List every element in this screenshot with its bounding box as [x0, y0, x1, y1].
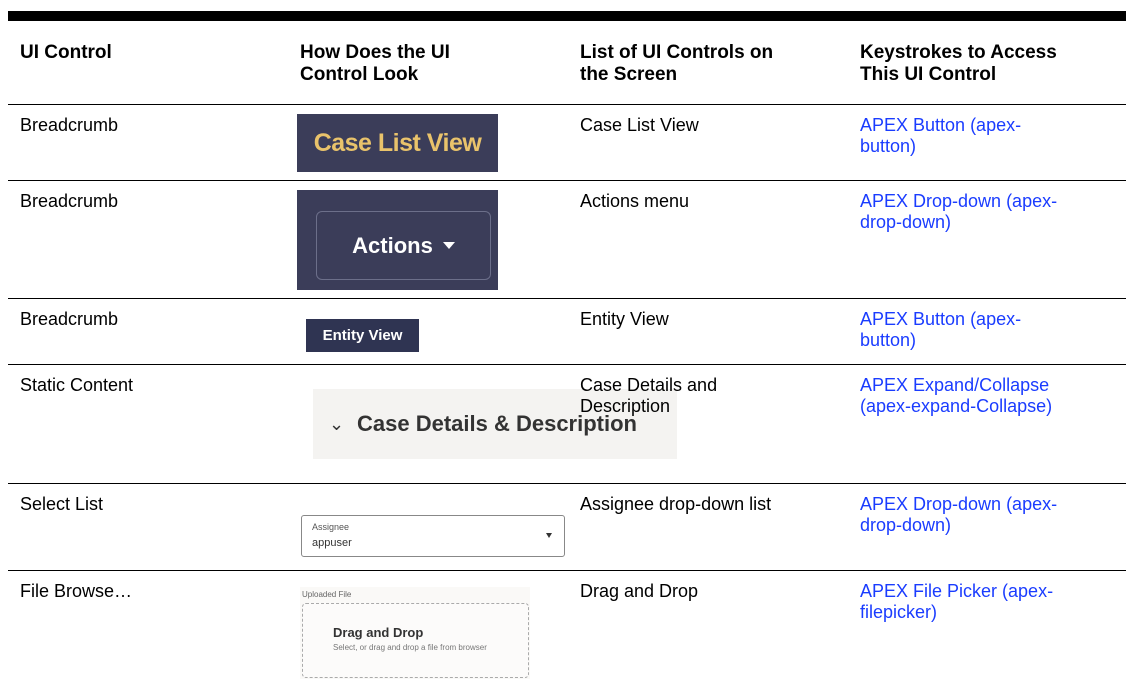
- actions-menu-sample: Actions: [297, 190, 498, 290]
- apex-expand-collapse-link[interactable]: APEX Expand/Collapse (apex-expand-Collap…: [860, 375, 1052, 417]
- apex-button-link[interactable]: APEX Button (apex- button): [860, 115, 1021, 157]
- caret-down-icon: [546, 533, 552, 538]
- row-rule: [8, 570, 1126, 571]
- row1-screen: Case List View: [580, 115, 699, 135]
- apex-file-picker-link[interactable]: APEX File Picker (apex- filepicker): [860, 581, 1053, 623]
- row6-screen: Drag and Drop: [580, 581, 699, 601]
- caret-down-icon: [442, 242, 455, 249]
- row2-control: Breadcrumb: [20, 191, 119, 211]
- row5-control: Select List: [20, 494, 104, 514]
- row4-screen: Case Details and Description: [580, 375, 718, 416]
- header-keystrokes: Keystrokes to Access This UI Control: [860, 42, 1057, 85]
- row5-screen: Assignee drop-down list: [580, 494, 772, 514]
- table-top-rule: [8, 11, 1126, 21]
- apex-dropdown-link[interactable]: APEX Drop-down (apex- drop-down): [860, 191, 1057, 233]
- file-picker-sample: Uploaded File Drag and Drop Select, or d…: [300, 587, 530, 679]
- apex-button-link[interactable]: APEX Button (apex- button): [860, 309, 1021, 351]
- header-how-look: How Does the UI Control Look: [300, 42, 450, 85]
- row6-control: File Browse…: [20, 581, 133, 601]
- header-ui-control: UI Control: [20, 42, 112, 63]
- chevron-down-icon: ⌄: [329, 414, 345, 434]
- row-rule: [8, 298, 1126, 299]
- row-rule: [8, 483, 1126, 484]
- row4-control: Static Content: [20, 375, 134, 395]
- assignee-select-sample: Assignee appuser: [301, 515, 565, 557]
- header-list-controls: List of UI Controls on the Screen: [580, 42, 774, 85]
- row2-screen: Actions menu: [580, 191, 690, 211]
- apex-dropdown-link[interactable]: APEX Drop-down (apex- drop-down): [860, 494, 1057, 536]
- case-list-view-sample: Case List View: [297, 114, 498, 172]
- row1-control: Breadcrumb: [20, 115, 119, 135]
- entity-view-sample: Entity View: [306, 319, 419, 352]
- row-rule: [8, 364, 1126, 365]
- header-rule: [8, 104, 1126, 105]
- row3-screen: Entity View: [580, 309, 669, 329]
- row3-control: Breadcrumb: [20, 309, 119, 329]
- row-rule: [8, 180, 1126, 181]
